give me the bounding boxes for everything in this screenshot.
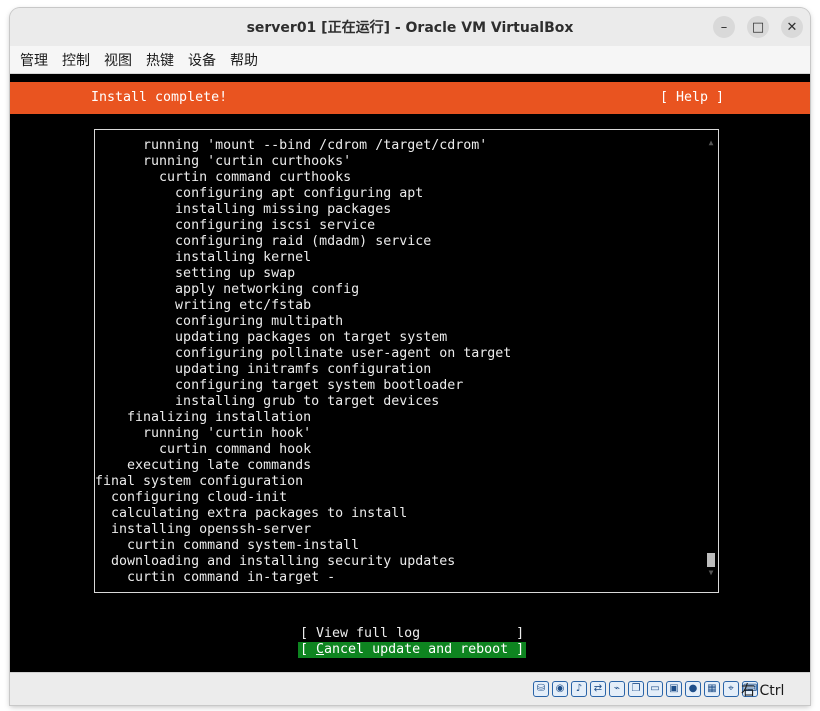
menu-hotkeys[interactable]: 热键	[146, 50, 174, 70]
menu-view[interactable]: 视图	[104, 50, 132, 70]
cancel-button-rest: ancel update and reboot ]	[324, 642, 525, 657]
minimize-icon: –	[720, 19, 728, 35]
log-line: configuring iscsi service	[95, 218, 376, 233]
scroll-down-icon[interactable]: ▼	[706, 568, 716, 578]
usb-icon[interactable]: ⌁	[609, 681, 625, 697]
log-line: finalizing installation	[95, 410, 312, 425]
help-button[interactable]: [ Help ]	[660, 90, 724, 106]
recording-icon[interactable]: ●	[685, 681, 701, 697]
install-status-title: Install complete!	[91, 90, 228, 105]
log-line: running 'mount --bind /cdrom /target/cdr…	[95, 138, 488, 153]
cancel-update-and-reboot-button[interactable]: [ Cancel update and reboot ]	[298, 642, 527, 658]
log-line: executing late commands	[95, 458, 312, 473]
network-icon[interactable]: ⇄	[590, 681, 606, 697]
log-line: installing grub to target devices	[95, 394, 440, 409]
log-line: configuring target system bootloader	[95, 378, 464, 393]
log-line: configuring apt configuring apt	[95, 186, 424, 201]
log-line: final system configuration	[95, 474, 304, 489]
menu-bar: 管理 控制 视图 热键 设备 帮助	[10, 46, 810, 74]
log-line: configuring pollinate user-agent on targ…	[95, 346, 512, 361]
title-bar[interactable]: server01 [正在运行] - Oracle VM VirtualBox –…	[10, 8, 810, 46]
close-button[interactable]: ✕	[781, 16, 803, 38]
log-line: installing openssh-server	[95, 522, 312, 537]
menu-devices[interactable]: 设备	[188, 50, 216, 70]
installer-header: Install complete! [ Help ]	[10, 82, 810, 114]
log-line: curtin command system-install	[95, 538, 360, 553]
cpu-icon[interactable]: ▦	[704, 681, 720, 697]
log-line: curtin command in-target -	[95, 570, 336, 585]
view-full-log-button[interactable]: [ View full log ]	[300, 626, 524, 642]
log-line: calculating extra packages to install	[95, 506, 408, 521]
log-line: configuring raid (mdadm) service	[95, 234, 432, 249]
menu-control[interactable]: 控制	[62, 50, 90, 70]
scrollbar-thumb[interactable]	[707, 553, 715, 567]
log-line: configuring cloud-init	[95, 490, 288, 505]
log-line: running 'curtin hook'	[95, 426, 312, 441]
display-icon[interactable]: ▭	[647, 681, 663, 697]
host-key-label: 右 Ctrl	[741, 683, 785, 699]
cancel-button-hotkey: C	[316, 642, 325, 657]
close-icon: ✕	[786, 19, 798, 35]
video-capture-icon[interactable]: ▣	[666, 681, 682, 697]
log-line: apply networking config	[95, 282, 360, 297]
log-line: curtin command curthooks	[95, 170, 352, 185]
install-log-box[interactable]: running 'mount --bind /cdrom /target/cdr…	[94, 129, 719, 593]
log-line: curtin command hook	[95, 442, 312, 457]
menu-machine[interactable]: 管理	[20, 50, 48, 70]
log-line: updating initramfs configuration	[95, 362, 432, 377]
optical-drive-icon[interactable]: ◉	[552, 681, 568, 697]
scroll-up-icon[interactable]: ▲	[706, 138, 716, 148]
minimize-button[interactable]: –	[713, 16, 735, 38]
log-line: configuring multipath	[95, 314, 344, 329]
virtualbox-window: server01 [正在运行] - Oracle VM VirtualBox –…	[10, 8, 810, 705]
maximize-icon: □	[751, 19, 765, 35]
vm-screen[interactable]: Install complete! [ Help ] running 'moun…	[10, 74, 810, 672]
audio-icon[interactable]: ♪	[571, 681, 587, 697]
status-bar: ⛁ ◉ ♪ ⇄ ⌁ ❐ ▭ ▣ ● ▦ ⌖ ⌨ 右 Ctrl	[10, 672, 810, 705]
mouse-integration-icon[interactable]: ⌖	[723, 681, 739, 697]
log-line: setting up swap	[95, 266, 296, 281]
log-line: updating packages on target system	[95, 330, 448, 345]
maximize-button[interactable]: □	[747, 16, 769, 38]
shared-folders-icon[interactable]: ❐	[628, 681, 644, 697]
log-line: running 'curtin curthooks'	[95, 154, 352, 169]
hard-disk-icon[interactable]: ⛁	[533, 681, 549, 697]
window-title: server01 [正在运行] - Oracle VM VirtualBox	[246, 20, 574, 36]
log-line: writing etc/fstab	[95, 298, 312, 313]
cancel-button-open: [	[300, 642, 317, 657]
log-line: downloading and installing security upda…	[95, 554, 456, 569]
log-line: installing kernel	[95, 250, 312, 265]
log-line: installing missing packages	[95, 202, 392, 217]
menu-help[interactable]: 帮助	[230, 50, 258, 70]
